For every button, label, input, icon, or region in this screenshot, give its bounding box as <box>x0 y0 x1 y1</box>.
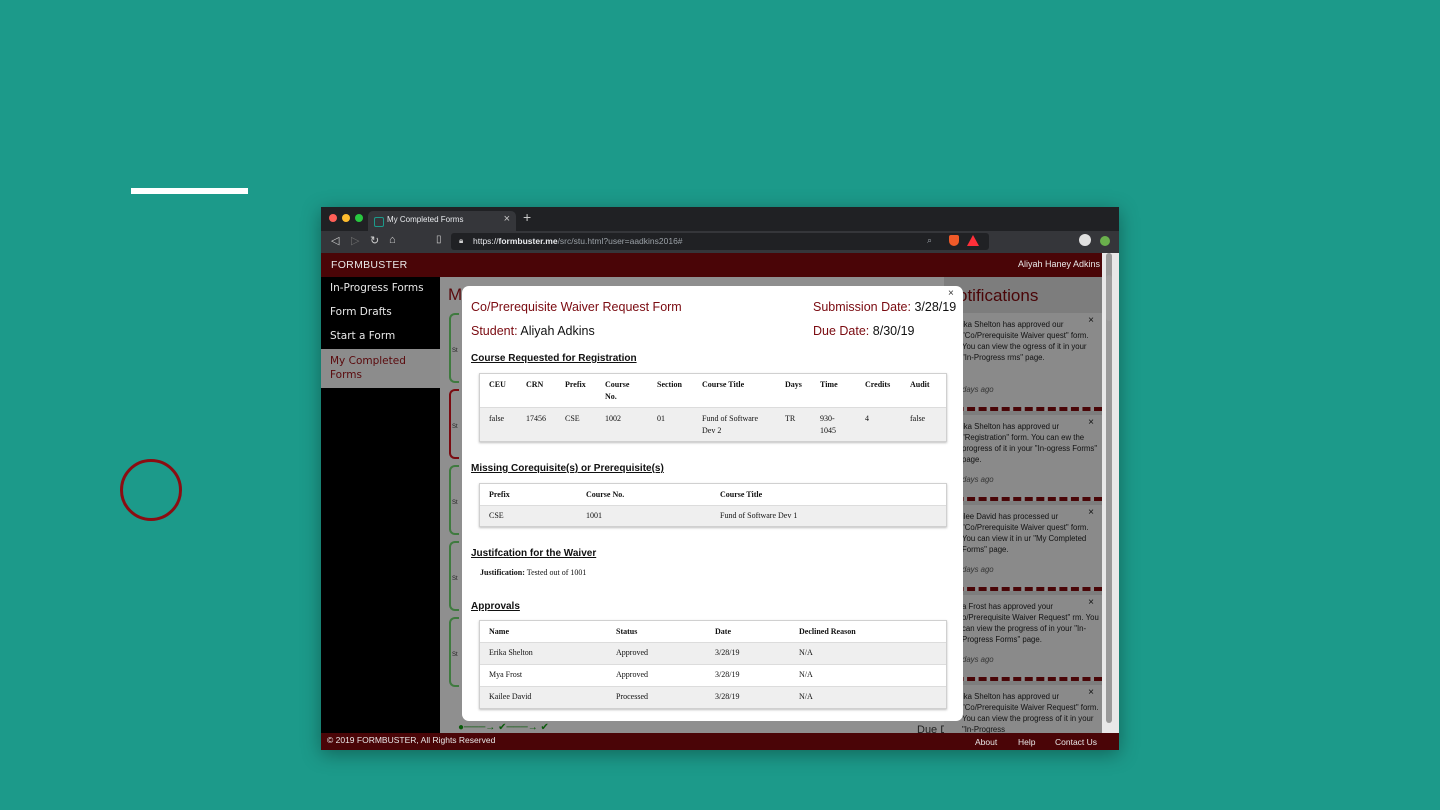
maximize-window-button[interactable] <box>355 214 363 222</box>
page-scrollbar[interactable] <box>1102 253 1119 733</box>
section-heading-justification: Justifcation for the Waiver <box>471 548 597 559</box>
form-title: Co/Prerequisite Waiver Request Form <box>471 300 682 314</box>
decorative-line <box>131 188 248 194</box>
progress-tracker: ●───→ ✔───→ ✔ <box>458 722 549 733</box>
table-header: Section <box>657 380 682 389</box>
table-header: Declined Reason <box>799 627 856 636</box>
sidebar-item-in-progress[interactable]: In-Progress Forms <box>321 281 440 305</box>
section-heading-course: Course Requested for Registration <box>471 353 637 364</box>
lock-icon: 🔒︎ <box>459 236 464 245</box>
table-header: Time <box>820 380 838 389</box>
approvals-table: Name Status Date Declined Reason Erika S… <box>479 620 947 709</box>
form-card[interactable]: St <box>449 465 459 535</box>
form-card[interactable]: St <box>449 617 459 687</box>
notification-item[interactable]: × a Frost has approved your o/Prerequisi… <box>944 595 1102 681</box>
new-tab-button[interactable]: + <box>523 209 531 225</box>
notification-item[interactable]: × ilee David has processed ur "Co/Prereq… <box>944 505 1102 591</box>
close-window-button[interactable] <box>329 214 337 222</box>
address-bar[interactable]: 🔒︎ https://formbuster.me/src/stu.html?us… <box>451 233 989 250</box>
table-header: Prefix <box>565 380 586 389</box>
section-heading-approvals: Approvals <box>471 601 520 612</box>
table-row: CSE 1001 Fund of Software Dev 1 <box>480 505 946 526</box>
notification-item[interactable]: × ika Shelton has approved our "Co/Prere… <box>944 313 1102 411</box>
brand-logo[interactable]: FORMBUSTER <box>331 259 408 271</box>
course-table: CEU CRN Prefix Course No. Section Course… <box>479 373 947 442</box>
tab-close-icon[interactable]: × <box>504 213 510 225</box>
table-header: CRN <box>526 380 544 389</box>
footer-link-about[interactable]: About <box>975 737 997 747</box>
footer-link-contact[interactable]: Contact Us <box>1055 737 1097 747</box>
profile-icon[interactable] <box>1079 234 1091 246</box>
browser-tab[interactable]: My Completed Forms × <box>368 211 516 231</box>
brave-shields-icon[interactable] <box>949 235 959 246</box>
footer-link-help[interactable]: Help <box>1018 737 1035 747</box>
student-name: Student: Aliyah Adkins <box>471 324 595 338</box>
zoom-icon[interactable]: ⌕ <box>927 235 932 246</box>
table-header: Course No. <box>586 490 625 499</box>
navigation-bar: ◁ ▷ ↻ ⌂ ▯ 🔒︎ https://formbuster.me/src/s… <box>321 231 1119 253</box>
table-header: Course No. <box>605 380 630 401</box>
missing-table: Prefix Course No. Course Title CSE 1001 … <box>479 483 947 527</box>
notification-item[interactable]: × ika Shelton has approved ur "Co/Prereq… <box>944 685 1102 733</box>
due-date: Due Date: 8/30/19 <box>813 324 915 338</box>
reload-icon[interactable]: ↻ <box>370 234 379 247</box>
notifications-panel: otifications × ika Shelton has approved … <box>944 277 1102 733</box>
home-icon[interactable]: ⌂ <box>389 234 396 246</box>
table-header: Credits <box>865 380 891 389</box>
table-header: Course Title <box>720 490 763 499</box>
table-row: Erika Shelton Approved 3/28/19 N/A <box>480 642 946 664</box>
justification-text: Justification: Tested out of 1001 <box>480 568 587 577</box>
table-header: Date <box>715 627 731 636</box>
tab-title: My Completed Forms <box>387 215 464 224</box>
form-card[interactable]: St <box>449 389 459 459</box>
table-header: Name <box>489 627 509 636</box>
table-header: Audit <box>910 380 930 389</box>
modal-close-icon[interactable]: × <box>948 288 954 299</box>
scrollbar-track[interactable] <box>1106 253 1112 723</box>
minimize-window-button[interactable] <box>342 214 350 222</box>
form-detail-modal: × Co/Prerequisite Waiver Request Form Su… <box>462 286 963 721</box>
app-footer: © 2019 FORMBUSTER, All Rights Reserved A… <box>321 733 1119 750</box>
table-header: Prefix <box>489 490 510 499</box>
form-card[interactable]: St <box>449 541 459 611</box>
table-row: false 17456 CSE 1002 01 Fund of Software… <box>480 407 946 441</box>
table-header: Status <box>616 627 638 636</box>
tab-bar: My Completed Forms × + <box>321 207 1119 231</box>
extension-icon[interactable] <box>1100 236 1110 246</box>
copyright-text: © 2019 FORMBUSTER, All Rights Reserved <box>327 735 496 745</box>
section-heading-missing: Missing Corequisite(s) or Prerequisite(s… <box>471 463 664 474</box>
url-text: https://formbuster.me/src/stu.html?user=… <box>473 236 683 246</box>
notification-item[interactable]: × ika Shelton has approved ur "Registrat… <box>944 415 1102 501</box>
submission-date: Submission Date: 3/28/19 <box>813 300 957 314</box>
table-header: CEU <box>489 380 506 389</box>
decorative-circle <box>120 459 182 521</box>
user-name[interactable]: Aliyah Haney Adkins <box>1018 259 1100 269</box>
sidebar: In-Progress Forms Form Drafts Start a Fo… <box>321 277 440 733</box>
sidebar-item-form-drafts[interactable]: Form Drafts <box>321 305 440 329</box>
table-row: Kailee David Processed 3/28/19 N/A <box>480 686 946 708</box>
app-header: FORMBUSTER Aliyah Haney Adkins <box>321 253 1102 277</box>
scrollbar-thumb[interactable] <box>1106 275 1112 321</box>
table-header: Days <box>785 380 802 389</box>
bookmark-icon[interactable]: ▯ <box>436 234 442 245</box>
table-header: Course Title <box>702 380 745 389</box>
favicon-icon <box>374 217 384 227</box>
sidebar-item-completed-forms[interactable]: My Completed Forms <box>321 349 440 388</box>
brave-rewards-icon[interactable] <box>967 235 979 246</box>
forward-icon[interactable]: ▷ <box>351 234 359 247</box>
back-icon[interactable]: ◁ <box>331 234 339 247</box>
form-card[interactable]: St <box>449 313 459 383</box>
table-row: Mya Frost Approved 3/28/19 N/A <box>480 664 946 686</box>
notifications-title: otifications <box>958 286 1039 305</box>
page-title: M <box>448 285 463 304</box>
